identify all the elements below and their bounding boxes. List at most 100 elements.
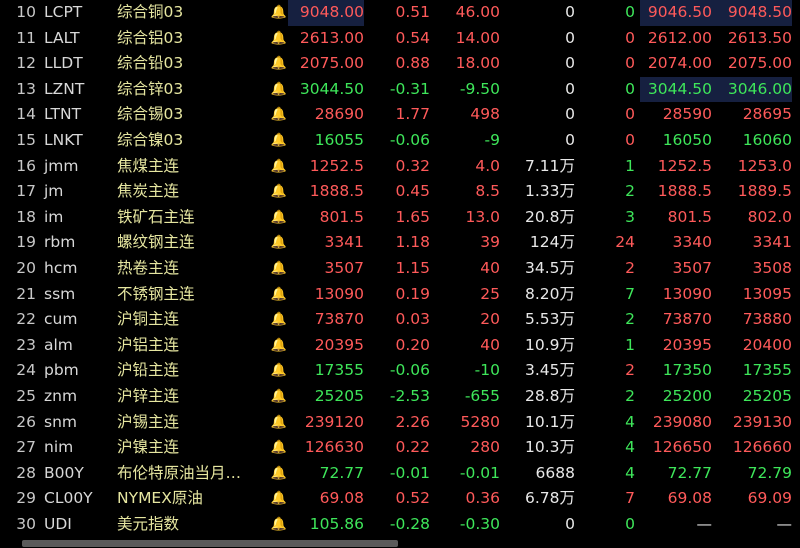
bell-icon[interactable]: 🔔 — [270, 307, 288, 333]
quote-row[interactable]: 11 LALT 综合铝03 🔔 2613.00 0.54 14.00 0 0 2612.00 261… — [0, 26, 800, 52]
bell-icon[interactable]: 🔔 — [270, 256, 288, 282]
last-price: 2075.00 — [299, 54, 364, 73]
quote-row[interactable]: 28 B00Y 布伦特原油当月… 🔔 72.77 -0.01 -0.01 6688 4 72.77… — [0, 461, 800, 487]
quote-row[interactable]: 22 cum 沪铜主连 🔔 73870 0.03 20 5.53万 2 73870 73880 — [0, 307, 800, 333]
bell-icon[interactable]: 🔔 — [270, 205, 288, 231]
bell-icon[interactable]: 🔔 — [270, 435, 288, 461]
volume: 34.5万 — [524, 258, 575, 277]
quote-row[interactable]: 29 CL00Y NYMEX原油 🔔 69.08 0.52 0.36 6.78万 7 69.08 6… — [0, 486, 800, 512]
quote-row[interactable]: 26 snm 沪锡主连 🔔 239120 2.26 5280 10.1万 4 239080 2391… — [0, 410, 800, 436]
bell-icon[interactable]: 🔔 — [270, 384, 288, 410]
change-value: 8.5 — [475, 182, 500, 201]
scrollbar-thumb[interactable] — [22, 540, 398, 547]
quote-row[interactable]: 25 znm 沪锌主连 🔔 25205 -2.53 -655 28.8万 2 25200 25205 — [0, 384, 800, 410]
quote-row[interactable]: 30 UDI 美元指数 🔔 105.86 -0.28 -0.30 0 0 — — — [0, 512, 800, 538]
row-index: 22 — [16, 310, 36, 329]
instrument-code: ssm — [44, 284, 76, 303]
bell-icon[interactable]: 🔔 — [270, 410, 288, 436]
last-price: 3044.50 — [299, 79, 364, 98]
quote-row[interactable]: 15 LNKT 综合镍03 🔔 16055 -0.06 -9 0 0 16050 16060 — [0, 128, 800, 154]
instrument-name: 综合镍03 — [117, 130, 184, 149]
instrument-code: CL00Y — [44, 489, 93, 508]
change-value: -0.01 — [459, 463, 500, 482]
volume: 10.9万 — [524, 335, 575, 354]
ask-price: 3046.00 — [712, 76, 792, 103]
quote-row[interactable]: 18 im 铁矿石主连 🔔 801.5 1.65 13.0 20.8万 3 801.5 802.0 — [0, 205, 800, 231]
bell-icon[interactable]: 🔔 — [270, 282, 288, 308]
bell-icon[interactable]: 🔔 — [270, 128, 288, 154]
current-volume: 0 — [625, 79, 635, 98]
quote-row[interactable]: 20 hcm 热卷主连 🔔 3507 1.15 40 34.5万 2 3507 3508 — [0, 256, 800, 282]
ask-price: 802.0 — [747, 207, 792, 226]
current-volume: 4 — [625, 438, 635, 457]
volume: 6.78万 — [524, 489, 575, 508]
bell-icon[interactable]: 🔔 — [270, 77, 288, 103]
instrument-code: hcm — [44, 258, 78, 277]
row-index: 14 — [16, 105, 36, 124]
bid-price: 126650 — [652, 438, 712, 457]
bell-icon[interactable]: 🔔 — [270, 154, 288, 180]
instrument-name: 综合锡03 — [117, 105, 184, 124]
quote-row[interactable]: 23 alm 沪铝主连 🔔 20395 0.20 40 10.9万 1 20395 20400 — [0, 333, 800, 359]
bell-icon[interactable]: 🔔 — [270, 461, 288, 487]
instrument-code: alm — [44, 335, 73, 354]
change-percent: 0.45 — [395, 182, 430, 201]
bell-icon[interactable]: 🔔 — [270, 102, 288, 128]
current-volume: 2 — [625, 182, 635, 201]
bid-price: 801.5 — [667, 207, 712, 226]
quote-row[interactable]: 12 LLDT 综合铅03 🔔 2075.00 0.88 18.00 0 0 2074.00 207… — [0, 51, 800, 77]
bell-icon[interactable]: 🔔 — [270, 486, 288, 512]
instrument-name: 焦炭主连 — [117, 182, 180, 201]
instrument-code: LNKT — [44, 130, 83, 149]
ask-price: 20400 — [742, 335, 792, 354]
instrument-code: im — [44, 207, 64, 226]
instrument-name: 综合锌03 — [117, 79, 184, 98]
bell-icon[interactable]: 🔔 — [270, 26, 288, 52]
quote-row[interactable]: 24 pbm 沪铅主连 🔔 17355 -0.06 -10 3.45万 2 17350 17355 — [0, 358, 800, 384]
quote-row[interactable]: 17 jm 焦炭主连 🔔 1888.5 0.45 8.5 1.33万 2 1888.5 1889.5 — [0, 179, 800, 205]
instrument-code: LLDT — [44, 54, 83, 73]
change-percent: 1.65 — [395, 207, 430, 226]
current-volume: 0 — [625, 3, 635, 21]
bell-icon[interactable]: 🔔 — [270, 51, 288, 77]
volume: 7.11万 — [524, 156, 575, 175]
quote-row[interactable]: 21 ssm 不锈钢主连 🔔 13090 0.19 25 8.20万 7 13090 13095 — [0, 282, 800, 308]
change-percent: -0.31 — [389, 79, 430, 98]
row-index: 26 — [16, 412, 36, 431]
current-volume: 0 — [625, 130, 635, 149]
bell-icon[interactable]: 🔔 — [270, 333, 288, 359]
change-value: 4.0 — [475, 156, 500, 175]
bell-icon[interactable]: 🔔 — [270, 0, 288, 26]
volume: 8.20万 — [524, 284, 575, 303]
bell-icon[interactable]: 🔔 — [270, 512, 288, 538]
change-percent: -0.06 — [389, 361, 430, 380]
bell-icon[interactable]: 🔔 — [270, 179, 288, 205]
instrument-name: 沪铝主连 — [117, 335, 180, 354]
instrument-name: 沪铅主连 — [117, 361, 180, 380]
current-volume: 7 — [625, 284, 635, 303]
ask-price: 2613.50 — [727, 28, 792, 47]
change-value: 18.00 — [455, 54, 500, 73]
bid-price: 69.08 — [667, 489, 712, 508]
quote-row[interactable]: 10 LCPT 综合铜03 🔔 9048.00 0.51 46.00 0 0 9046.50 904… — [0, 0, 800, 26]
change-percent: 1.15 — [395, 258, 430, 277]
bid-price: 72.77 — [667, 463, 712, 482]
volume: 124万 — [529, 233, 575, 252]
bell-icon[interactable]: 🔔 — [270, 358, 288, 384]
bell-icon[interactable]: 🔔 — [270, 230, 288, 256]
bid-price: 3507 — [672, 258, 712, 277]
quote-row[interactable]: 13 LZNT 综合锌03 🔔 3044.50 -0.31 -9.50 0 0 3044.50 30… — [0, 76, 800, 103]
quote-row[interactable]: 27 nim 沪镍主连 🔔 126630 0.22 280 10.3万 4 126650 12666… — [0, 435, 800, 461]
ask-price: 3508 — [752, 258, 792, 277]
quote-row[interactable]: 14 LTNT 综合锡03 🔔 28690 1.77 498 0 0 28590 28695 — [0, 102, 800, 128]
instrument-code: pbm — [44, 361, 79, 380]
quote-row[interactable]: 16 jmm 焦煤主连 🔔 1252.5 0.32 4.0 7.11万 1 1252.5 1253.… — [0, 154, 800, 180]
quote-row[interactable]: 19 rbm 螺纹钢主连 🔔 3341 1.18 39 124万 24 3340 3341 — [0, 230, 800, 256]
last-price: 1252.5 — [309, 156, 364, 175]
current-volume: 7 — [625, 489, 635, 508]
change-percent: 0.51 — [395, 3, 430, 21]
instrument-code: UDI — [44, 514, 72, 533]
horizontal-scrollbar[interactable] — [0, 538, 800, 548]
change-percent: 0.52 — [395, 489, 430, 508]
last-price: 9048.00 — [288, 0, 364, 26]
